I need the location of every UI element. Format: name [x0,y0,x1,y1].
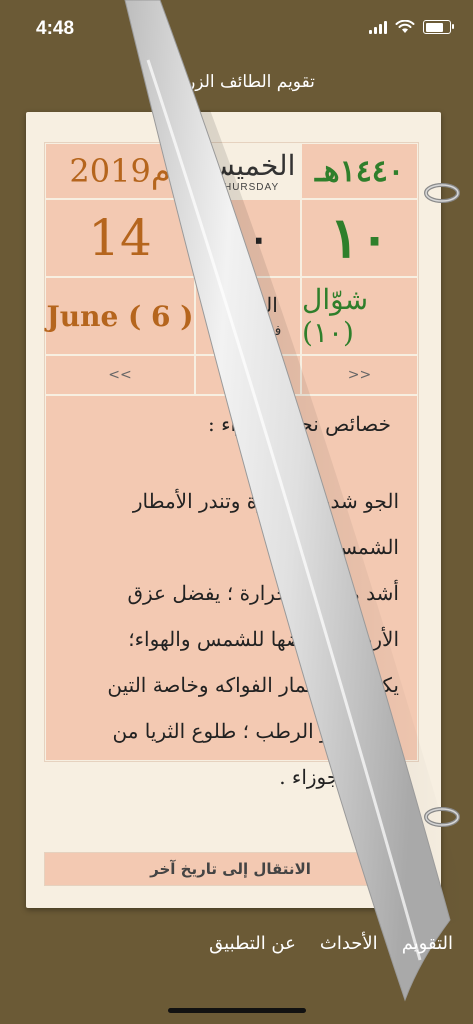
weekday-box: الخميس THURSDAY [195,143,301,199]
binder-ring-icon [424,183,460,203]
status-icons [369,20,454,34]
weekday-english: THURSDAY [216,182,280,193]
tab-calendar[interactable]: التقويم [402,933,453,954]
goto-date-button[interactable]: الانتقال إلى تاريخ آخر [44,852,417,886]
info-line: أشد ما تكون حرارة ؛ يفضل عزق [127,581,399,605]
previous-day-button[interactable]: << [45,355,195,395]
status-time: 4:48 [36,18,75,39]
cellular-signal-icon [369,20,387,34]
season-info-title: خصائص نجم الجوزاء : [208,412,391,436]
battery-level [425,22,443,32]
season-day: ١٠ [195,199,301,277]
hijri-month: شوّال (١٠) [301,277,418,355]
next-day-button[interactable]: >> [301,355,418,395]
wifi-icon [395,20,415,33]
info-line: و العنب و الرطب ؛ طلوع الثريا من [112,719,399,743]
info-line: الأرض لتعريضها للشمس والهواء؛ [128,627,399,651]
gregorian-month: June ( 6 ) [45,277,195,355]
battery-icon [423,20,454,34]
season-info-body: الجو شديد الحرارة وتندر الأمطار الشمس أش… [69,478,399,800]
season-box: الجوزاء فصل القيظ [195,277,301,355]
season-name: الجوزاء [218,293,278,317]
info-line: يكثف فيها ثمار الفواكه وخاصة التين [107,673,399,697]
app-title: تقويم الطائف الزراعي [158,72,315,92]
calendar-grid: ١٤٤٠هـ الخميس THURSDAY 2019م ١٠ ١٠ 14 شو… [44,142,419,789]
gregorian-day: 14 [45,199,195,277]
info-line: نجوم الجوزاء . [279,765,399,789]
tab-about[interactable]: عن التطبيق [209,933,296,954]
calendar-page[interactable]: ١٤٤٠هـ الخميس THURSDAY 2019م ١٠ ١٠ 14 شو… [26,112,441,908]
nav-spacer [195,355,301,395]
hijri-year: ١٤٤٠هـ [301,143,418,199]
home-indicator [168,1008,306,1013]
binder-ring-icon [424,807,460,827]
weekday-arabic: الخميس [200,149,296,182]
info-line: الجو شديد الحرارة وتندر الأمطار الشمس [132,489,399,559]
gregorian-year: 2019م [45,143,195,199]
season-info: خصائص نجم الجوزاء : الجو شديد الحرارة وت… [45,395,418,789]
tab-events[interactable]: الأحداث [320,933,378,954]
tab-bar: التقويم الأحداث عن التطبيق [0,918,473,968]
hijri-day: ١٠ [301,199,418,277]
status-bar: 4:48 [0,0,473,54]
season-subtitle: فصل القيظ [214,323,282,339]
